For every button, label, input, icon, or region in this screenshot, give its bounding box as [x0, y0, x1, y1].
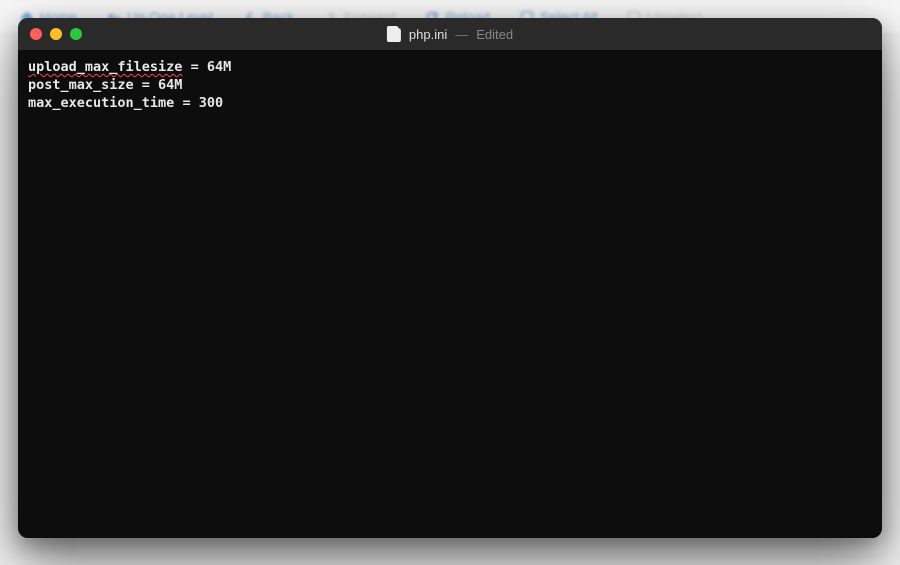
- text-editor-window: php.ini — Edited upload_max_filesize = 6…: [18, 18, 882, 538]
- config-value: = 300: [174, 95, 223, 111]
- code-line: upload_max_filesize = 64M: [28, 58, 872, 76]
- config-value: = 64M: [182, 59, 231, 75]
- editor-text-area[interactable]: upload_max_filesize = 64Mpost_max_size =…: [18, 50, 882, 538]
- code-line: post_max_size = 64M: [28, 76, 872, 94]
- window-titlebar[interactable]: php.ini — Edited: [18, 18, 882, 50]
- edited-status-label: Edited: [476, 27, 513, 42]
- document-icon: [387, 26, 401, 42]
- close-button[interactable]: [30, 28, 42, 40]
- config-key: max_execution_time: [28, 95, 174, 111]
- title-separator: —: [455, 27, 468, 42]
- traffic-lights: [30, 28, 82, 40]
- window-title: php.ini — Edited: [387, 26, 513, 42]
- code-line: max_execution_time = 300: [28, 94, 872, 112]
- maximize-button[interactable]: [70, 28, 82, 40]
- config-key: upload_max_filesize: [28, 59, 182, 75]
- minimize-button[interactable]: [50, 28, 62, 40]
- config-value: = 64M: [134, 77, 183, 93]
- filename-label: php.ini: [409, 27, 447, 42]
- config-key: post_max_size: [28, 77, 134, 93]
